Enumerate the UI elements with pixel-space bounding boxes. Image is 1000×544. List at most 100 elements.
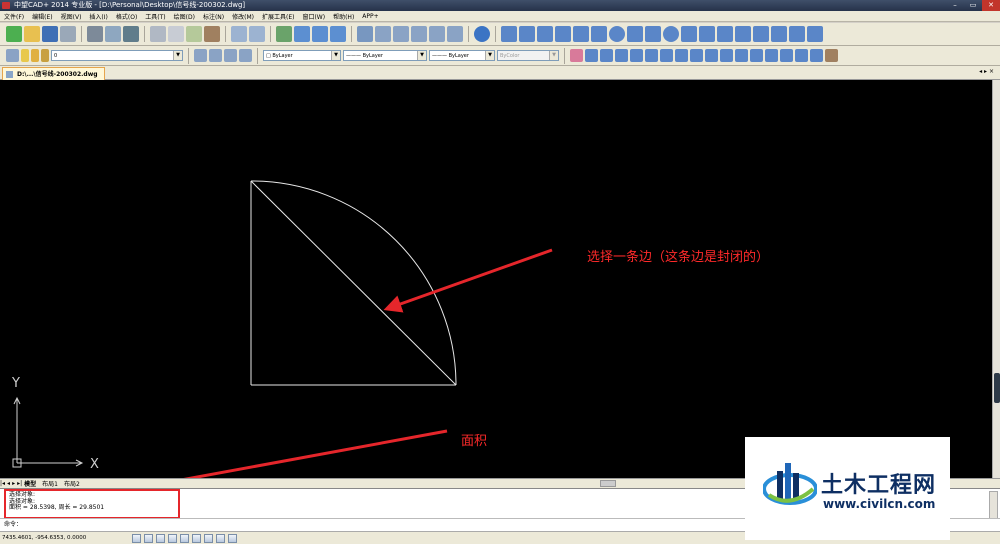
paste-icon[interactable]	[186, 26, 202, 42]
menu-ext-tools[interactable]: 扩展工具(E)	[258, 12, 298, 21]
explode-icon[interactable]	[810, 49, 823, 62]
dyn-toggle[interactable]	[204, 533, 213, 543]
mtext-icon[interactable]	[807, 26, 823, 42]
insert-block-icon[interactable]	[699, 26, 715, 42]
arc-icon[interactable]	[591, 26, 607, 42]
stretch-icon[interactable]	[690, 49, 703, 62]
menu-window[interactable]: 窗口(W)	[298, 12, 329, 21]
spline-icon[interactable]	[645, 26, 661, 42]
break-icon[interactable]	[750, 49, 763, 62]
layout-nav-first[interactable]: |◂	[0, 480, 5, 487]
line-icon[interactable]	[501, 26, 517, 42]
menu-format[interactable]: 格式(O)	[112, 12, 141, 21]
circle-icon[interactable]	[609, 26, 625, 42]
lineweight-dropdown[interactable]: ——— ByLayer ▼	[429, 50, 495, 61]
color-dropdown[interactable]: □ ByLayer ▼	[263, 50, 341, 61]
menu-modify[interactable]: 修改(M)	[228, 12, 258, 21]
menu-view[interactable]: 视图(V)	[57, 12, 86, 21]
table-icon[interactable]	[789, 26, 805, 42]
menu-draw[interactable]: 绘图(D)	[170, 12, 199, 21]
close-button[interactable]: ✕	[982, 0, 1000, 11]
offset-icon[interactable]	[615, 49, 628, 62]
tab-navigation[interactable]: ◂ ▸ ×	[979, 68, 994, 75]
design-center-icon[interactable]	[375, 26, 391, 42]
horizontal-scrollbar[interactable]	[600, 480, 616, 487]
saveas-icon[interactable]	[60, 26, 76, 42]
polyline-icon[interactable]	[537, 26, 553, 42]
menu-file[interactable]: 文件(F)	[0, 12, 28, 21]
extend-icon[interactable]	[720, 49, 733, 62]
ellipse-arc-icon[interactable]	[681, 26, 697, 42]
fillet-icon[interactable]	[795, 49, 808, 62]
array-icon[interactable]	[630, 49, 643, 62]
menu-app[interactable]: APP+	[358, 13, 382, 20]
match-prop-icon[interactable]	[204, 26, 220, 42]
xline-icon[interactable]	[519, 26, 535, 42]
rectangle-icon[interactable]	[573, 26, 589, 42]
scrollbar-thumb[interactable]	[994, 373, 1000, 403]
revcloud-icon[interactable]	[627, 26, 643, 42]
undo-icon[interactable]	[231, 26, 247, 42]
copy-obj-icon[interactable]	[585, 49, 598, 62]
layout-nav-prev[interactable]: ◂	[7, 480, 10, 487]
layout-nav-next[interactable]: ▸	[12, 480, 15, 487]
tab-layout2[interactable]: 布局2	[64, 479, 80, 488]
layer-manager-icon[interactable]	[6, 49, 19, 62]
sheet-set-icon[interactable]	[411, 26, 427, 42]
command-scrollbar[interactable]	[989, 491, 998, 519]
point-icon[interactable]	[735, 26, 751, 42]
vertical-scrollbar[interactable]	[992, 80, 1000, 478]
mirror-icon[interactable]	[600, 49, 613, 62]
layer-state-icon[interactable]	[224, 49, 237, 62]
join-icon[interactable]	[765, 49, 778, 62]
edit-icon[interactable]	[825, 49, 838, 62]
grid-toggle[interactable]	[144, 533, 153, 543]
make-block-icon[interactable]	[717, 26, 733, 42]
calculator-icon[interactable]	[447, 26, 463, 42]
lwt-toggle[interactable]	[216, 533, 225, 543]
help-icon[interactable]	[474, 26, 490, 42]
drawing-canvas[interactable]: Y X	[0, 80, 992, 478]
cut-icon[interactable]	[150, 26, 166, 42]
preview-icon[interactable]	[105, 26, 121, 42]
copy-icon[interactable]	[168, 26, 184, 42]
layer-dropdown[interactable]: 0 ▼	[51, 50, 183, 61]
polar-toggle[interactable]	[168, 533, 177, 543]
osnap-toggle[interactable]	[180, 533, 189, 543]
layer-previous-icon[interactable]	[209, 49, 222, 62]
new-icon[interactable]	[6, 26, 22, 42]
pan-icon[interactable]	[276, 26, 292, 42]
zoom-realtime-icon[interactable]	[294, 26, 310, 42]
plot-icon[interactable]	[123, 26, 139, 42]
break-point-icon[interactable]	[735, 49, 748, 62]
markup-icon[interactable]	[429, 26, 445, 42]
sector-diagonal[interactable]	[250, 180, 457, 386]
save-icon[interactable]	[42, 26, 58, 42]
hatch-icon[interactable]	[753, 26, 769, 42]
redo-icon[interactable]	[249, 26, 265, 42]
restore-button[interactable]: ▭	[964, 0, 982, 11]
zoom-window-icon[interactable]	[312, 26, 328, 42]
make-current-icon[interactable]	[194, 49, 207, 62]
rotate-icon[interactable]	[660, 49, 673, 62]
snap-toggle[interactable]	[132, 533, 141, 543]
layout-nav-last[interactable]: ▸|	[17, 480, 22, 487]
otrack-toggle[interactable]	[192, 533, 201, 543]
minimize-button[interactable]: –	[946, 0, 964, 11]
plotstyle-dropdown[interactable]: ByColor ▼	[497, 50, 559, 61]
properties-icon[interactable]	[357, 26, 373, 42]
ortho-toggle[interactable]	[156, 533, 165, 543]
menu-help[interactable]: 帮助(H)	[329, 12, 358, 21]
polygon-icon[interactable]	[555, 26, 571, 42]
chamfer-icon[interactable]	[780, 49, 793, 62]
open-icon[interactable]	[24, 26, 40, 42]
model-toggle[interactable]	[228, 533, 237, 543]
linetype-dropdown[interactable]: ——— ByLayer ▼	[343, 50, 427, 61]
tab-layout1[interactable]: 布局1	[42, 479, 58, 488]
erase-icon[interactable]	[570, 49, 583, 62]
move-icon[interactable]	[645, 49, 658, 62]
layer-iso-icon[interactable]	[239, 49, 252, 62]
tab-model[interactable]: 模型	[24, 479, 36, 488]
tool-palette-icon[interactable]	[393, 26, 409, 42]
menu-tools[interactable]: 工具(T)	[141, 12, 169, 21]
